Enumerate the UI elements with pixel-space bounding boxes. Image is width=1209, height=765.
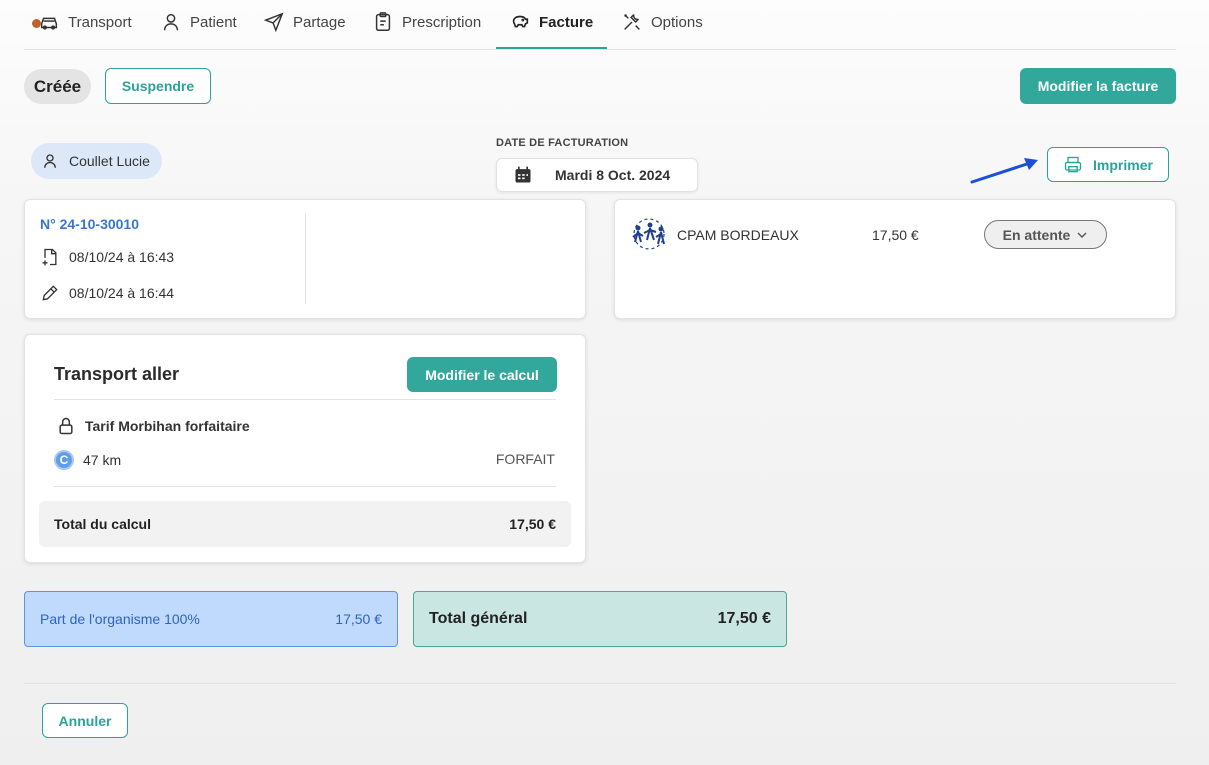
tab-transport[interactable]: Transport [38,14,132,49]
billing-date-label: DATE DE FACTURATION [496,137,629,149]
edit-calc-button[interactable]: Modifier le calcul [407,357,557,392]
patient-name: Coullet Lucie [69,153,150,169]
category-badge: C [54,450,74,470]
calc-total-label: Total du calcul [54,516,151,532]
arrow-annotation-icon [970,158,1038,184]
divider [54,399,556,400]
tariff-label: Tarif Morbihan forfaitaire [85,418,250,434]
pricing-mode: FORFAIT [495,451,555,467]
new-document-icon [42,248,57,266]
created-date: 08/10/24 à 16:43 [69,249,175,265]
org-share-value: 17,50 € [335,611,382,627]
edit-invoice-button[interactable]: Modifier la facture [1020,68,1176,104]
pencil-icon [42,285,58,301]
suspend-button[interactable]: Suspendre [105,68,211,104]
send-icon [263,12,284,33]
edited-date: 08/10/24 à 16:44 [69,285,175,301]
divider [24,683,1176,684]
payer-amount: 17,50 € [872,227,919,243]
tab-label: Transport [68,14,132,31]
chevron-down-icon [1077,232,1087,238]
tools-icon [624,14,640,30]
billing-date-value: Mardi 8 Oct. 2024 [555,167,671,183]
tab-label: Options [651,14,703,31]
invoice-info-card: N° 24-10-30010 08/10/24 à 16:43 08/10/24… [24,199,586,319]
distance-value: 47 km [83,452,122,468]
clipboard-icon [375,12,391,31]
payer-card: CPAM BORDEAUX 17,50 € En attente [614,199,1176,319]
grand-total-label: Total général [429,610,528,627]
created-row: 08/10/24 à 16:43 [40,247,174,267]
section-title: Transport aller [54,364,180,384]
transport-calc-card: Transport aller Modifier le calcul Tarif… [24,334,586,563]
calc-total-value: 17,50 € [509,516,556,532]
tab-label: Patient [190,14,237,31]
printer-icon [1064,156,1082,172]
org-share-box: Part de l'organisme 100% 17,50 € [24,591,398,647]
cpam-logo-icon [632,218,665,250]
tab-label: Facture [539,14,594,31]
person-icon [163,13,179,31]
divider [305,214,306,304]
patient-chip[interactable]: Coullet Lucie [31,143,162,179]
edited-row: 08/10/24 à 16:44 [40,283,174,303]
payer-name: CPAM BORDEAUX [677,227,799,243]
lock-icon [59,417,73,435]
tab-prescription[interactable]: Prescription [372,12,482,49]
grand-total-box: Total général 17,50 € [413,591,787,647]
distance-row: C 47 km [54,450,121,470]
tab-patient[interactable]: Patient [160,13,237,49]
tab-partage[interactable]: Partage [263,12,346,49]
billing-date-picker[interactable]: Mardi 8 Oct. 2024 [496,158,698,192]
tab-label: Prescription [402,14,482,31]
active-tab-indicator [496,47,607,49]
tab-options[interactable]: Options [621,14,703,49]
print-button[interactable]: Imprimer [1047,147,1169,182]
piggy-bank-icon [512,15,529,28]
tab-label: Partage [293,14,346,31]
calendar-icon [515,166,531,183]
tariff-row: Tarif Morbihan forfaitaire [56,416,250,436]
calc-total-row: Total du calcul 17,50 € [39,501,571,547]
print-label: Imprimer [1093,156,1153,173]
invoice-number[interactable]: N° 24-10-30010 [40,216,139,232]
org-share-label: Part de l'organisme 100% [40,611,200,627]
person-icon [44,154,56,168]
payment-status-dropdown[interactable]: En attente [984,220,1107,249]
cancel-button[interactable]: Annuler [42,703,128,738]
status-badge: Créée [24,69,91,104]
divider [54,486,556,487]
grand-total-value: 17,50 € [717,610,771,627]
payment-status-label: En attente [1002,226,1071,243]
tab-facture[interactable]: Facture [509,14,593,49]
car-icon [40,17,58,30]
